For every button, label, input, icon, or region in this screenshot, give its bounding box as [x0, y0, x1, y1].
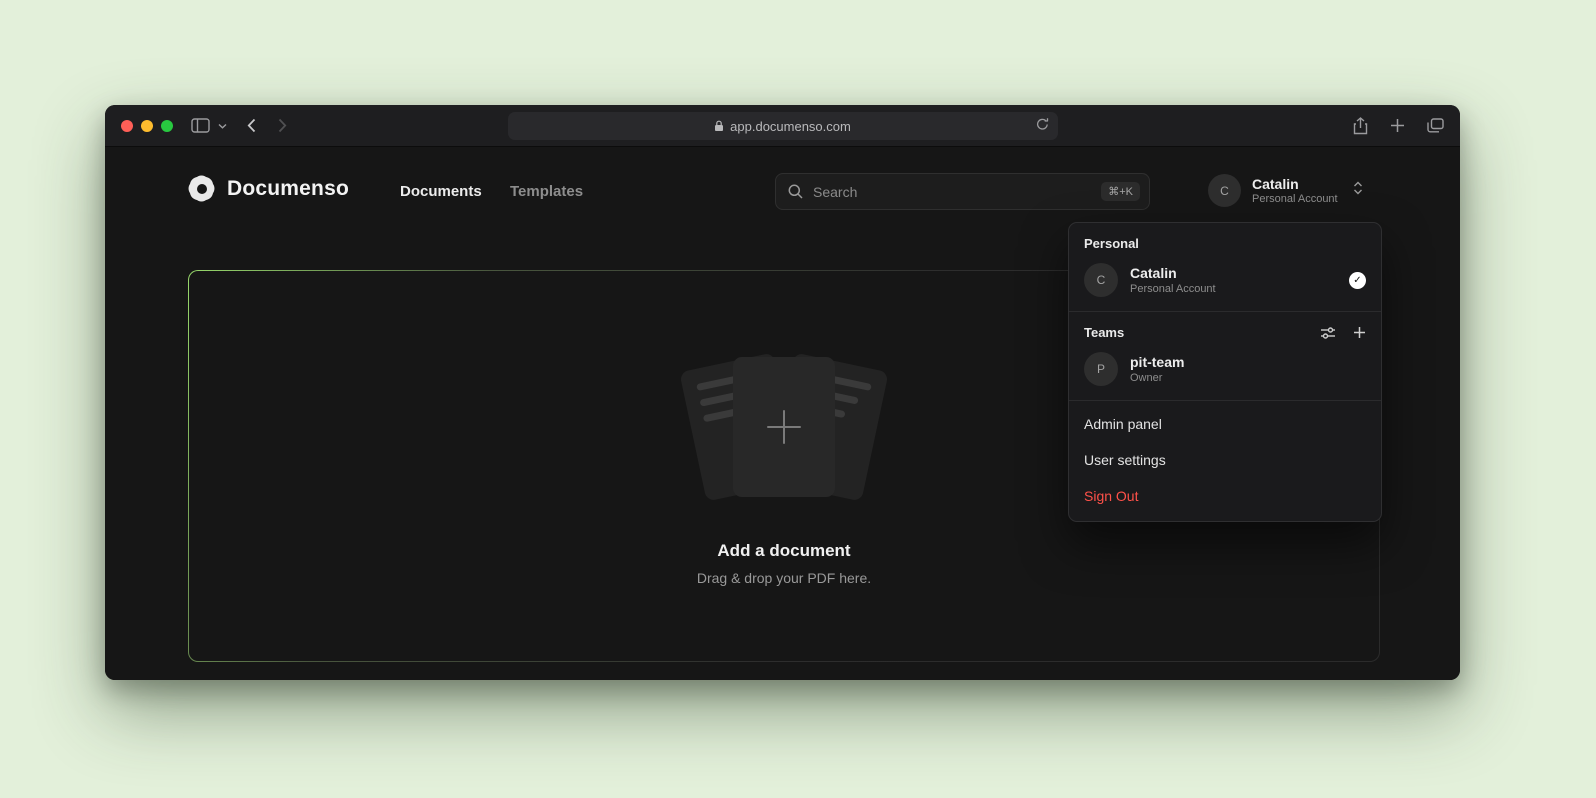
team-name: pit-team: [1130, 354, 1184, 371]
nav-templates[interactable]: Templates: [510, 183, 583, 200]
dropzone-subtitle: Drag & drop your PDF here.: [697, 570, 871, 586]
lock-icon: [714, 120, 724, 132]
url-text: app.documenso.com: [730, 119, 851, 134]
menu-account-type: Personal Account: [1130, 282, 1216, 296]
menu-actions-section: Admin panel User settings Sign Out: [1069, 400, 1381, 521]
new-tab-icon[interactable]: [1390, 118, 1405, 133]
avatar: C: [1084, 263, 1118, 297]
menu-item-admin-panel[interactable]: Admin panel: [1069, 406, 1381, 442]
documenso-app: Documenso Documents Templates ⌘+K C Cata…: [105, 147, 1460, 680]
brand-name: Documenso: [227, 177, 349, 201]
selected-check-icon: ✓: [1349, 272, 1366, 289]
document-card-front: [733, 357, 835, 497]
nav-documents[interactable]: Documents: [400, 183, 482, 200]
dropzone-title: Add a document: [717, 541, 850, 561]
avatar: P: [1084, 352, 1118, 386]
menu-personal-section: Personal C Catalin Personal Account ✓: [1069, 223, 1381, 311]
address-bar[interactable]: app.documenso.com: [508, 112, 1058, 140]
sidebar-toggle-icon[interactable]: [191, 118, 210, 133]
browser-window: app.documenso.com: [105, 105, 1460, 680]
plus-icon: [767, 410, 801, 444]
chevron-up-down-icon: [1353, 181, 1363, 200]
minimize-window-button[interactable]: [141, 120, 153, 132]
tab-overview-icon[interactable]: [1427, 118, 1444, 133]
sidebar-chevron-icon[interactable]: [218, 123, 227, 129]
personal-heading: Personal: [1084, 236, 1366, 251]
document-stack-illustration: [664, 357, 904, 507]
menu-item-user-settings[interactable]: User settings: [1069, 442, 1381, 478]
search-bar[interactable]: ⌘+K: [775, 173, 1150, 210]
browser-titlebar: app.documenso.com: [105, 105, 1460, 147]
brand-logo[interactable]: Documenso: [188, 175, 349, 202]
close-window-button[interactable]: [121, 120, 133, 132]
account-name: Catalin: [1252, 176, 1338, 193]
menu-account-name: Catalin: [1130, 265, 1216, 282]
forward-button[interactable]: [278, 118, 287, 133]
manage-teams-icon[interactable]: [1320, 326, 1336, 340]
menu-item-sign-out[interactable]: Sign Out: [1069, 478, 1381, 514]
documenso-logo-icon: [188, 175, 215, 202]
account-dropdown-menu: Personal C Catalin Personal Account ✓ Te…: [1068, 222, 1382, 522]
traffic-lights: [121, 120, 173, 132]
menu-item-team[interactable]: P pit-team Owner: [1082, 349, 1368, 389]
zoom-window-button[interactable]: [161, 120, 173, 132]
search-input[interactable]: [813, 184, 1091, 200]
team-role: Owner: [1130, 371, 1184, 385]
menu-item-personal-account[interactable]: C Catalin Personal Account ✓: [1082, 260, 1368, 300]
account-menu-trigger[interactable]: C Catalin Personal Account: [1208, 174, 1363, 207]
search-shortcut-badge: ⌘+K: [1101, 182, 1140, 201]
avatar: C: [1208, 174, 1241, 207]
share-icon[interactable]: [1353, 117, 1368, 135]
account-type: Personal Account: [1252, 193, 1338, 206]
teams-heading: Teams: [1084, 325, 1124, 340]
back-button[interactable]: [247, 118, 256, 133]
refresh-icon[interactable]: [1036, 117, 1049, 134]
menu-teams-section: Teams: [1069, 311, 1381, 400]
add-team-icon[interactable]: [1353, 326, 1366, 339]
search-icon: [788, 184, 803, 199]
